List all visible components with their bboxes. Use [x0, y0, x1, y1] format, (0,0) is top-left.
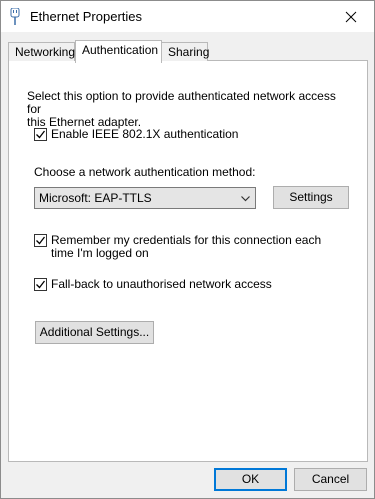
tab-authentication[interactable]: Authentication	[75, 40, 162, 63]
network-adapter-icon	[10, 8, 20, 25]
enable-8021x-label: Enable IEEE 802.1X authentication	[51, 127, 239, 141]
ok-button[interactable]: OK	[214, 468, 287, 491]
enable-8021x-checkbox[interactable]	[34, 128, 47, 141]
close-icon	[345, 11, 357, 22]
cancel-button[interactable]: Cancel	[294, 468, 367, 491]
ethernet-properties-dialog: Ethernet Properties Networking Authentic…	[0, 0, 375, 499]
window-title: Ethernet Properties	[30, 9, 143, 24]
auth-method-value: Microsoft: EAP-TTLS	[39, 191, 152, 205]
settings-button[interactable]: Settings	[273, 186, 349, 209]
enable-8021x-checkbox-row[interactable]: Enable IEEE 802.1X authentication	[34, 128, 238, 141]
checkmark-icon	[36, 130, 45, 139]
tab-networking[interactable]: Networking	[8, 42, 75, 61]
description-text: Select this option to provide authentica…	[27, 90, 347, 129]
chevron-down-icon	[241, 196, 250, 202]
checkmark-icon	[36, 236, 45, 245]
checkmark-icon	[36, 280, 45, 289]
fallback-checkbox[interactable]	[34, 278, 47, 291]
additional-settings-button[interactable]: Additional Settings...	[35, 321, 154, 344]
title-bar: Ethernet Properties	[1, 1, 374, 32]
tab-sharing[interactable]: Sharing	[161, 42, 209, 61]
remember-credentials-label-line-2: time I'm logged on	[51, 246, 149, 260]
remember-credentials-checkbox-row[interactable]: Remember my credentials for this connect…	[34, 234, 321, 260]
fallback-checkbox-row[interactable]: Fall-back to unauthorised network access	[34, 278, 272, 291]
close-button[interactable]	[328, 1, 374, 32]
fallback-label: Fall-back to unauthorised network access	[51, 277, 272, 291]
method-label: Choose a network authentication method:	[34, 165, 256, 179]
remember-credentials-checkbox[interactable]	[34, 234, 47, 247]
auth-method-select[interactable]: Microsoft: EAP-TTLS	[34, 187, 256, 209]
description-line-1: Select this option to provide authentica…	[27, 89, 336, 116]
